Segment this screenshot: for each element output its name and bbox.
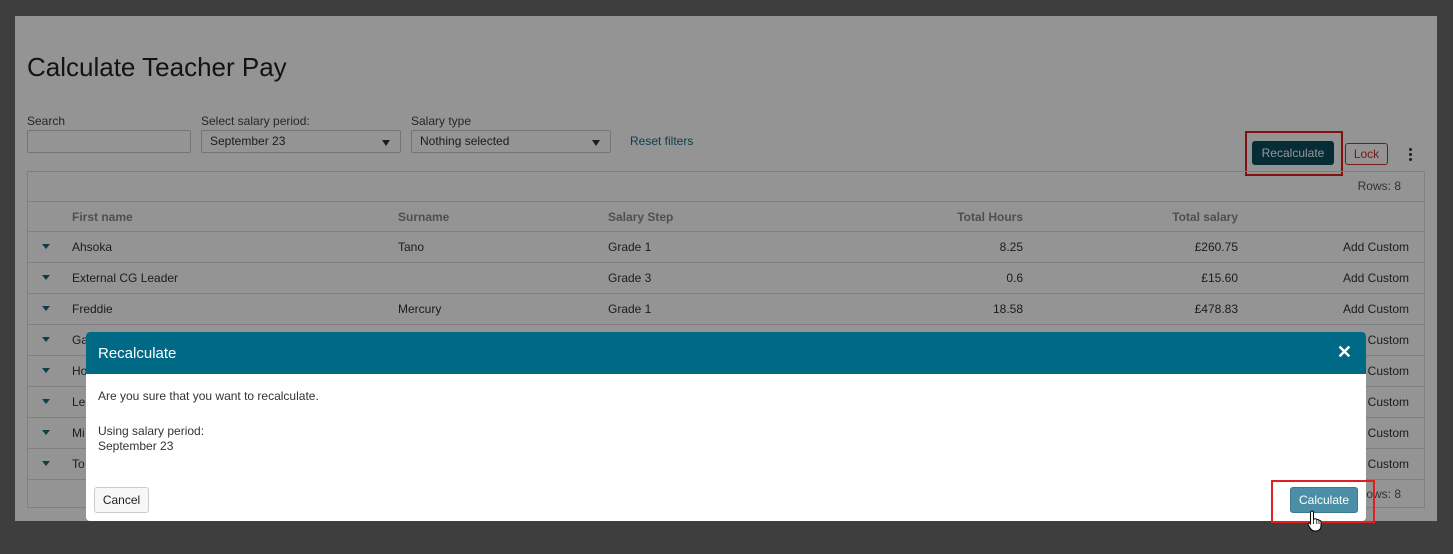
modal-message: Are you sure that you want to recalculat…: [98, 389, 319, 403]
close-icon[interactable]: ✕: [1337, 343, 1352, 361]
hand-cursor-icon: [1307, 510, 1322, 532]
recalculate-modal: Recalculate ✕ Are you sure that you want…: [86, 332, 1366, 521]
cancel-button[interactable]: Cancel: [94, 487, 149, 513]
modal-period-value: September 23: [98, 439, 174, 453]
calculate-highlight-box: [1271, 480, 1375, 523]
modal-period-label: Using salary period:: [98, 424, 205, 438]
modal-header: Recalculate ✕: [86, 332, 1366, 374]
modal-title: Recalculate: [98, 345, 177, 362]
